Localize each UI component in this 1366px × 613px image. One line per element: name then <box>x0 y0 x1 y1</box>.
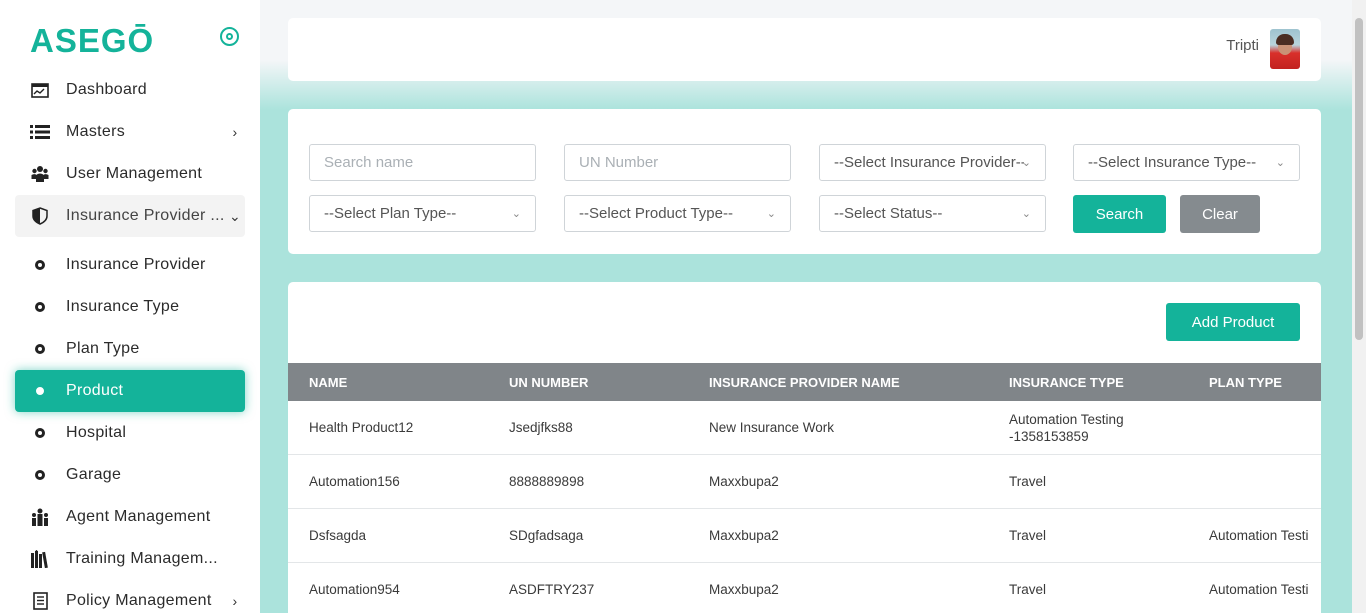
sidebar-item-user-management[interactable]: User Management <box>15 153 245 195</box>
sidebar-item-policy-management[interactable]: Policy Management › <box>15 580 245 613</box>
sidebar-item-insurance-provider-group[interactable]: Insurance Provider ... ⌄ <box>15 195 245 237</box>
shield-icon <box>29 205 51 227</box>
cell-provider: New Insurance Work <box>709 420 835 435</box>
cell-name: Automation156 <box>309 474 400 489</box>
page-scrollbar[interactable] <box>1352 0 1366 613</box>
search-button[interactable]: Search <box>1073 195 1166 233</box>
column-header-insurance-type[interactable]: INSURANCE TYPE <box>1009 375 1124 390</box>
column-header-un-number[interactable]: UN NUMBER <box>509 375 588 390</box>
table-row[interactable]: Automation156 8888889898 Maxxbupa2 Trave… <box>288 455 1321 509</box>
sidebar-item-agent-management[interactable]: Agent Management <box>15 496 245 538</box>
cell-insurance-type: Automation Testing <box>1009 412 1124 427</box>
chevron-down-icon: ⌄ <box>228 207 242 224</box>
sidebar-item-training-management[interactable]: Training Managem... <box>15 538 245 580</box>
search-name-input[interactable]: Search name <box>309 144 536 181</box>
cell-insurance-type: Travel <box>1009 582 1047 597</box>
agent-icon <box>29 506 51 528</box>
sidebar-item-garage[interactable]: Garage <box>15 454 245 496</box>
cell-name: Health Product12 <box>309 420 414 435</box>
column-header-provider-name[interactable]: INSURANCE PROVIDER NAME <box>709 375 900 390</box>
chevron-right-icon: › <box>232 124 238 140</box>
sidebar: ASEGŌ Dashboard Masters › User Managemen… <box>0 0 260 613</box>
cell-un-number: SDgfadsaga <box>509 528 584 543</box>
cell-insurance-type-line2: -1358153859 <box>1009 429 1089 444</box>
product-table-card: Add Product NAME UN NUMBER INSURANCE PRO… <box>288 282 1321 613</box>
sidebar-item-product[interactable]: Product <box>15 370 245 412</box>
cell-insurance-type: Travel <box>1009 528 1047 543</box>
filter-panel: Search name UN Number --Select Insurance… <box>288 109 1321 254</box>
dashboard-icon <box>29 79 51 101</box>
sidebar-item-insurance-type[interactable]: Insurance Type <box>15 286 245 328</box>
cell-un-number: 8888889898 <box>509 474 585 489</box>
sidebar-item-hospital[interactable]: Hospital <box>15 412 245 454</box>
table-row[interactable]: Automation954 ASDFTRY237 Maxxbupa2 Trave… <box>288 563 1321 613</box>
status-select[interactable]: --Select Status-- ⌄ <box>819 195 1046 232</box>
cell-name: Automation954 <box>309 582 400 597</box>
cell-provider: Maxxbupa2 <box>709 474 779 489</box>
cell-plan-type: Automation Testi <box>1209 528 1309 543</box>
top-header: Tripti <box>288 18 1321 81</box>
chevron-down-icon: ⌄ <box>511 208 521 220</box>
sidebar-item-insurance-provider[interactable]: Insurance Provider <box>15 244 245 286</box>
product-type-select[interactable]: --Select Product Type-- ⌄ <box>564 195 791 232</box>
cell-name: Dsfsagda <box>309 528 367 543</box>
insurance-provider-select[interactable]: --Select Insurance Provider-- ⌄ <box>819 144 1046 181</box>
avatar[interactable] <box>1270 29 1300 69</box>
cell-un-number: ASDFTRY237 <box>509 582 595 597</box>
insurance-type-select[interactable]: --Select Insurance Type-- ⌄ <box>1073 144 1300 181</box>
add-product-button[interactable]: Add Product <box>1166 303 1300 341</box>
sidebar-item-dashboard[interactable]: Dashboard <box>15 69 245 111</box>
un-number-input[interactable]: UN Number <box>564 144 791 181</box>
chevron-down-icon: ⌄ <box>1021 208 1031 220</box>
sidebar-toggle-icon[interactable] <box>220 27 239 46</box>
chevron-down-icon: ⌄ <box>766 208 776 220</box>
table-row[interactable]: Dsfsagda SDgfadsaga Maxxbupa2 Travel Aut… <box>288 509 1321 563</box>
plan-type-select[interactable]: --Select Plan Type-- ⌄ <box>309 195 536 232</box>
cell-provider: Maxxbupa2 <box>709 528 779 543</box>
table-row[interactable]: Health Product12 Jsedjfks88 New Insuranc… <box>288 401 1321 455</box>
list-icon <box>29 121 51 143</box>
dot-icon <box>29 296 51 318</box>
scrollbar-thumb[interactable] <box>1355 18 1363 340</box>
dot-icon <box>29 254 51 276</box>
column-header-plan-type[interactable]: PLAN TYPE <box>1209 375 1282 390</box>
clear-button[interactable]: Clear <box>1180 195 1260 233</box>
column-header-name[interactable]: NAME <box>309 375 347 390</box>
dot-icon <box>29 464 51 486</box>
chevron-down-icon: ⌄ <box>1275 157 1285 169</box>
asego-logo: ASEGŌ <box>30 22 155 59</box>
users-icon <box>29 163 51 185</box>
sidebar-item-plan-type[interactable]: Plan Type <box>15 328 245 370</box>
chevron-right-icon: › <box>232 593 238 609</box>
main-content: Tripti Search name UN Number --Select In… <box>260 0 1352 613</box>
dot-icon <box>29 422 51 444</box>
document-icon <box>29 590 51 612</box>
table-header: NAME UN NUMBER INSURANCE PROVIDER NAME I… <box>288 363 1321 401</box>
logo-row: ASEGŌ <box>30 22 245 62</box>
username: Tripti <box>1226 37 1259 54</box>
cell-provider: Maxxbupa2 <box>709 582 779 597</box>
books-icon <box>29 548 51 570</box>
cell-un-number: Jsedjfks88 <box>509 420 573 435</box>
sidebar-item-masters[interactable]: Masters › <box>15 111 245 153</box>
dot-icon <box>29 380 51 402</box>
cell-insurance-type: Travel <box>1009 474 1047 489</box>
dot-icon <box>29 338 51 360</box>
cell-plan-type: Automation Testi <box>1209 582 1309 597</box>
chevron-down-icon: ⌄ <box>1021 157 1031 169</box>
